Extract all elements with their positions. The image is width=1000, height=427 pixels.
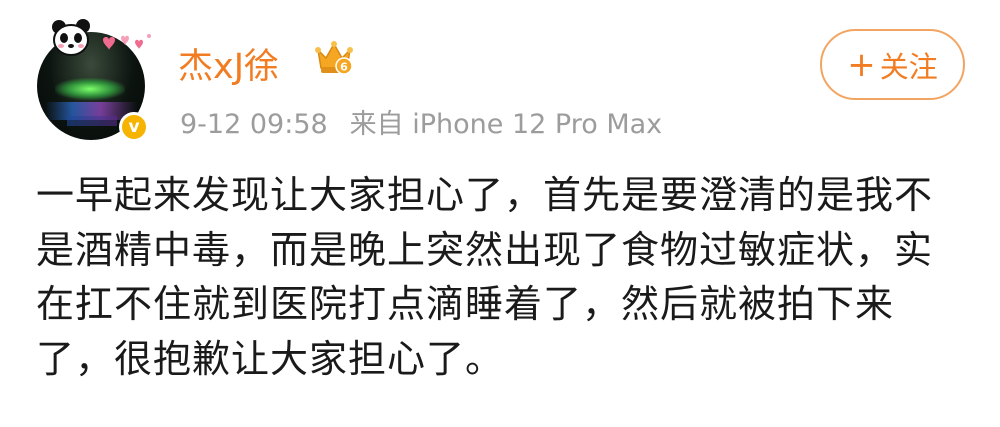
vip-crown-icon[interactable]: 6 [314, 40, 354, 76]
hearts-icon [103, 34, 151, 50]
follow-label: 关注 [879, 49, 938, 84]
post-content: 一早起来发现让大家担心了，首先是要澄清的是我不是酒精中毒，而是晚上突然出现了食物… [36, 173, 934, 381]
username[interactable]: 杰xJ徐 [178, 38, 279, 89]
avatar[interactable]: v [37, 19, 151, 142]
follow-button[interactable]: + 关注 [820, 29, 965, 100]
timestamp: 9-12 09:58 [180, 109, 328, 140]
post-meta: 9-12 09:58 来自 iPhone 12 Pro Max [180, 102, 662, 141]
plus-icon: + [847, 44, 876, 85]
panda-icon [52, 19, 90, 56]
crown-level: 6 [340, 61, 348, 74]
source-label: 来自 iPhone 12 Pro Max [349, 109, 663, 140]
verified-badge-icon: v [119, 112, 149, 142]
